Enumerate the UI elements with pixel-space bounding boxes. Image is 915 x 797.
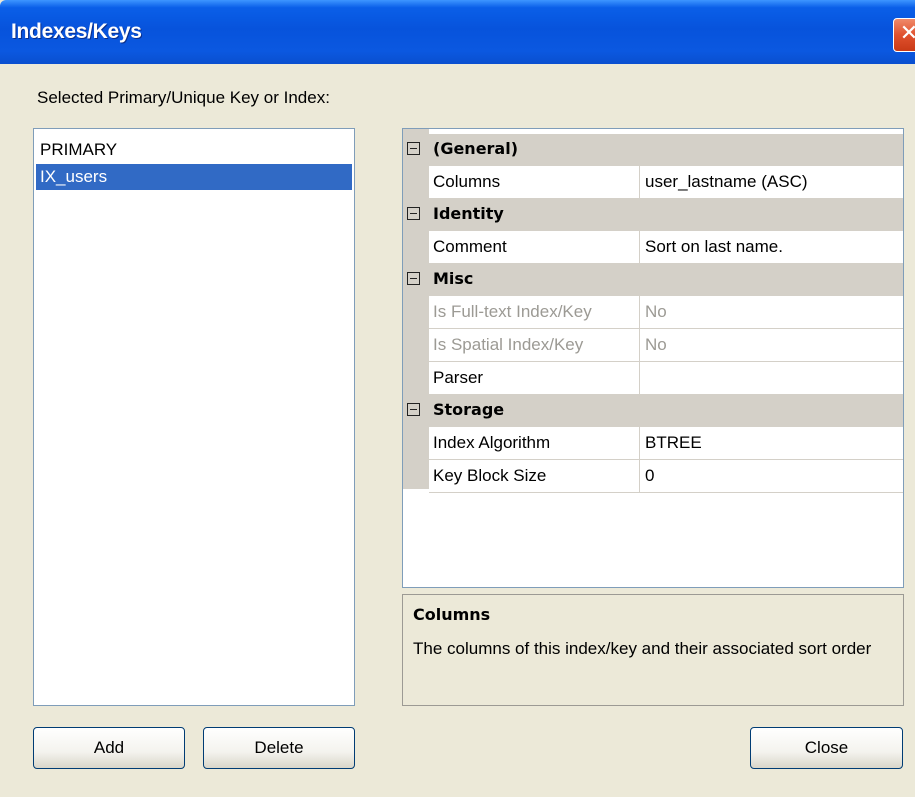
grid-left-margin: [403, 129, 429, 489]
column-divider: [639, 166, 640, 198]
column-divider: [639, 427, 640, 459]
property-row-parser[interactable]: Parser: [429, 362, 903, 395]
property-row-spatial: Is Spatial Index/Key No: [429, 329, 903, 362]
category-label: Identity: [433, 204, 504, 223]
property-row-comment[interactable]: Comment Sort on last name.: [429, 231, 903, 264]
collapse-minus-icon[interactable]: [407, 142, 420, 155]
description-text: The columns of this index/key and their …: [413, 639, 872, 658]
property-row-key-block-size[interactable]: Key Block Size 0: [429, 460, 903, 493]
column-divider: [639, 329, 640, 361]
collapse-minus-icon[interactable]: [407, 207, 420, 220]
close-button[interactable]: Close: [750, 727, 903, 769]
category-identity[interactable]: Identity: [403, 199, 903, 231]
property-description-panel: Columns The columns of this index/key an…: [402, 594, 904, 706]
property-name: Parser: [433, 368, 484, 387]
category-label: Misc: [433, 269, 474, 288]
category-misc[interactable]: Misc: [403, 264, 903, 296]
window-title: Indexes/Keys: [11, 20, 142, 43]
property-value: No: [645, 302, 667, 321]
description-title: Columns: [413, 605, 491, 624]
property-grid: (General) Columns user_lastname (ASC) Id…: [402, 128, 904, 588]
property-name: Is Full-text Index/Key: [433, 302, 592, 321]
property-value[interactable]: Sort on last name.: [645, 237, 783, 257]
key-list-item-ix-users[interactable]: IX_users: [36, 164, 352, 190]
property-row-full-text: Is Full-text Index/Key No: [429, 296, 903, 329]
key-list-item-primary[interactable]: PRIMARY: [36, 137, 352, 163]
column-divider: [639, 362, 640, 394]
property-row-columns[interactable]: Columns user_lastname (ASC): [429, 166, 903, 199]
property-name: Key Block Size: [433, 466, 547, 485]
property-name: Is Spatial Index/Key: [433, 335, 584, 354]
add-button[interactable]: Add: [33, 727, 185, 769]
collapse-minus-icon[interactable]: [407, 272, 420, 285]
column-divider: [639, 231, 640, 263]
collapse-minus-icon[interactable]: [407, 403, 420, 416]
property-value[interactable]: user_lastname (ASC): [645, 172, 808, 192]
title-bar[interactable]: Indexes/Keys ✕: [0, 0, 915, 64]
property-name: Comment: [433, 237, 507, 256]
category-label: (General): [433, 139, 519, 158]
category-general[interactable]: (General): [403, 134, 903, 166]
column-divider: [639, 296, 640, 328]
key-list[interactable]: PRIMARY IX_users: [33, 128, 355, 706]
indexes-keys-dialog: Indexes/Keys ✕ Selected Primary/Unique K…: [0, 0, 915, 797]
property-name: Index Algorithm: [433, 433, 551, 452]
category-label: Storage: [433, 400, 505, 419]
property-value: No: [645, 335, 667, 354]
property-value[interactable]: 0: [645, 466, 654, 486]
property-row-index-algorithm[interactable]: Index Algorithm BTREE: [429, 427, 903, 460]
category-storage[interactable]: Storage: [403, 395, 903, 427]
property-name: Columns: [433, 172, 501, 191]
column-divider: [639, 460, 640, 492]
key-list-label: Selected Primary/Unique Key or Index:: [37, 88, 330, 107]
delete-button[interactable]: Delete: [203, 727, 355, 769]
close-icon[interactable]: ✕: [893, 18, 915, 52]
property-value[interactable]: BTREE: [645, 433, 702, 453]
